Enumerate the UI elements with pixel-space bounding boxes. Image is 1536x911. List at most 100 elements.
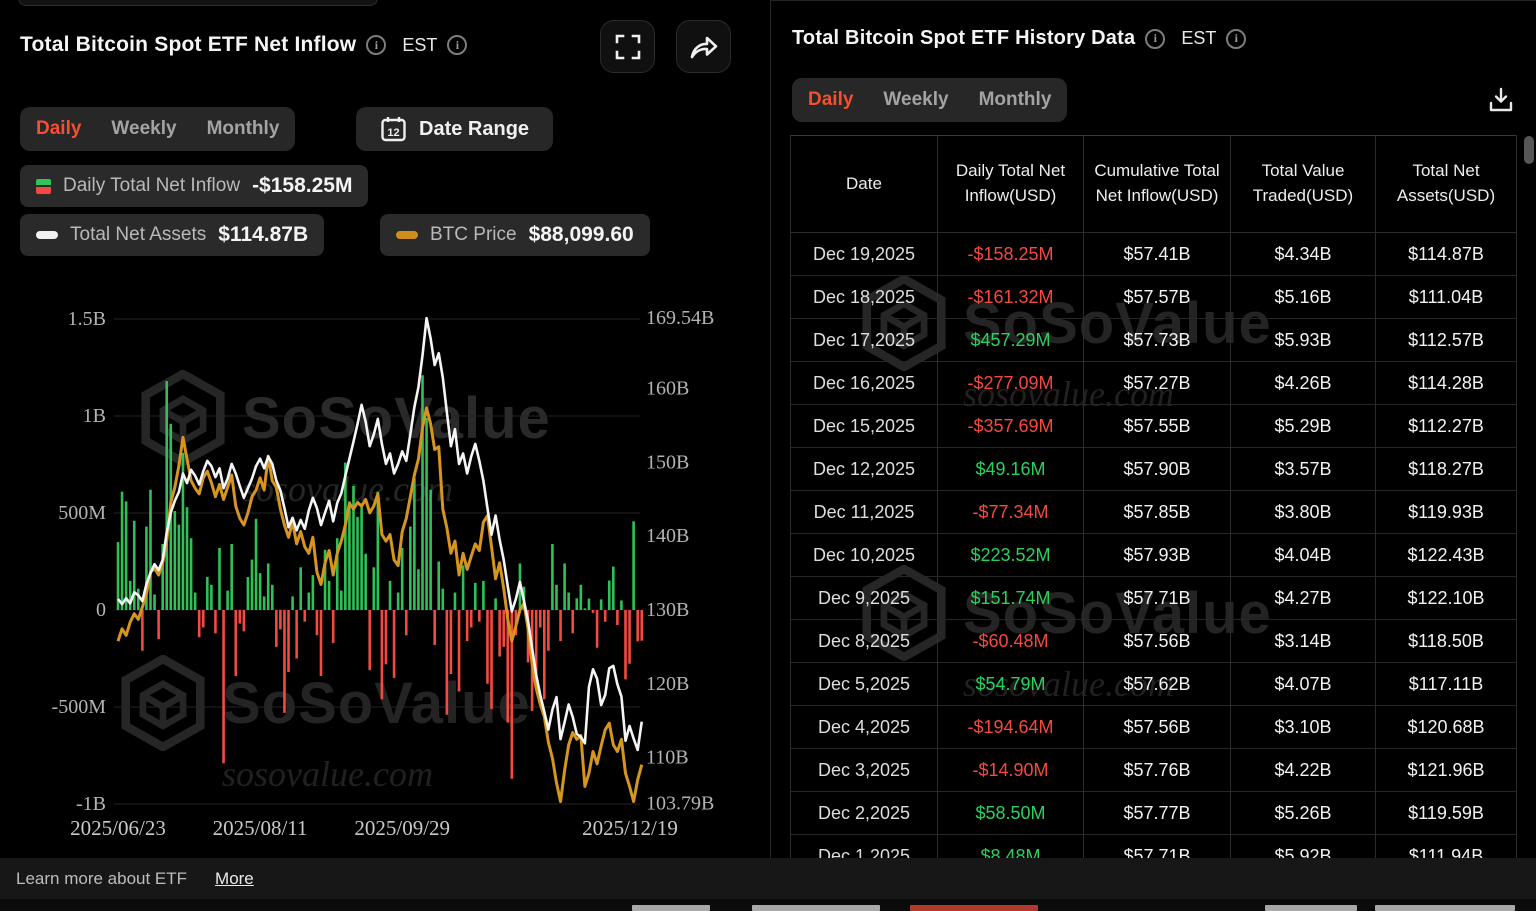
cell-date: Dec 5,2025	[791, 663, 938, 706]
column-header: Cumulative Total Net Inflow(USD)	[1084, 135, 1231, 233]
svg-text:2025/12/19: 2025/12/19	[582, 816, 678, 840]
svg-text:110B: 110B	[646, 747, 689, 769]
cell-value-traded: $5.92B	[1231, 835, 1376, 859]
svg-text:169.54B: 169.54B	[646, 307, 714, 329]
right-period-tabs: Daily Weekly Monthly	[792, 78, 1068, 122]
share-button[interactable]	[676, 20, 731, 73]
etf-net-inflow-panel: Total Bitcoin Spot ETF Net Inflow i EST …	[0, 0, 770, 858]
tab-monthly[interactable]: Monthly	[207, 118, 280, 140]
cell-date: Dec 18,2025	[791, 276, 938, 319]
fullscreen-icon	[615, 34, 640, 59]
info-icon[interactable]: i	[366, 35, 387, 55]
share-icon	[690, 36, 717, 58]
download-button[interactable]	[1484, 83, 1518, 117]
svg-text:1.5B: 1.5B	[68, 308, 106, 330]
tab-weekly[interactable]: Weekly	[883, 89, 948, 111]
history-table-grid: Date Daily Total Net Inflow(USD) Cumulativ…	[791, 135, 1516, 859]
cell-date: Dec 15,2025	[791, 405, 938, 448]
cell-cumulative-inflow: $57.56B	[1084, 706, 1231, 749]
date-range-button[interactable]: 12 Date Range	[356, 107, 554, 151]
left-period-tabs: Daily Weekly Monthly	[20, 107, 296, 151]
legend-label: Total Net Assets	[70, 224, 207, 245]
cell-daily-inflow: $49.16M	[938, 448, 1084, 491]
column-header: Date	[791, 135, 938, 233]
cell-net-assets: $112.57B	[1376, 319, 1516, 362]
cell-daily-inflow: -$161.32M	[938, 276, 1084, 319]
svg-text:-500M: -500M	[52, 696, 107, 718]
column-header: Total Net Assets(USD)	[1376, 135, 1516, 233]
legend-label: BTC Price	[430, 224, 517, 245]
svg-text:130B: 130B	[646, 599, 689, 621]
cell-cumulative-inflow: $57.77B	[1084, 792, 1231, 835]
svg-text:-1B: -1B	[76, 793, 106, 815]
cell-cumulative-inflow: $57.27B	[1084, 362, 1231, 405]
cell-net-assets: $119.59B	[1376, 792, 1516, 835]
svg-text:150B: 150B	[646, 451, 689, 473]
info-icon[interactable]: i	[447, 35, 468, 55]
cell-date: Dec 17,2025	[791, 319, 938, 362]
svg-text:12: 12	[387, 127, 399, 139]
table-scrollbar-thumb[interactable]	[1524, 136, 1534, 164]
info-icon[interactable]: i	[1145, 28, 1166, 49]
fullscreen-button[interactable]	[600, 20, 655, 73]
cell-value-traded: $4.04B	[1231, 534, 1376, 577]
cell-net-assets: $122.43B	[1376, 534, 1516, 577]
left-panel-header: Total Bitcoin Spot ETF Net Inflow i EST …	[20, 33, 468, 57]
timezone-label: EST	[1181, 28, 1217, 48]
cell-net-assets: $114.87B	[1376, 233, 1516, 276]
cell-daily-inflow: -$158.25M	[938, 233, 1084, 276]
cell-value-traded: $3.10B	[1231, 706, 1376, 749]
tab-daily[interactable]: Daily	[36, 118, 81, 140]
more-link[interactable]: More	[215, 869, 254, 889]
cell-net-assets: $120.68B	[1376, 706, 1516, 749]
cell-date: Dec 3,2025	[791, 749, 938, 792]
svg-text:103.79B: 103.79B	[646, 792, 714, 814]
legend-daily-inflow[interactable]: Daily Total Net Inflow -$158.25M	[20, 165, 369, 207]
svg-text:140B: 140B	[646, 525, 689, 547]
cell-net-assets: $119.93B	[1376, 491, 1516, 534]
tab-daily[interactable]: Daily	[808, 89, 853, 111]
cell-net-assets: $118.27B	[1376, 448, 1516, 491]
cell-daily-inflow: -$277.09M	[938, 362, 1084, 405]
cell-cumulative-inflow: $57.62B	[1084, 663, 1231, 706]
ticker-fragment	[632, 905, 710, 911]
cell-cumulative-inflow: $57.85B	[1084, 491, 1231, 534]
cell-date: Dec 8,2025	[791, 620, 938, 663]
cell-date: Dec 1,2025	[791, 835, 938, 859]
cell-date: Dec 9,2025	[791, 577, 938, 620]
legend-total-assets[interactable]: Total Net Assets $114.87B	[20, 214, 325, 256]
ticker-fragment	[752, 905, 880, 911]
cell-date: Dec 19,2025	[791, 233, 938, 276]
legend-value: $88,099.60	[528, 223, 634, 246]
inflow-chart-svg[interactable]: 1.5B 1B 500M 0 -500M -1B 169.54B 160B 150B 140B 13…	[0, 300, 770, 858]
legend-value: $114.87B	[218, 223, 309, 246]
legend-value: -$158.25M	[252, 174, 353, 197]
legend-label: Daily Total Net Inflow	[63, 175, 241, 196]
svg-text:0: 0	[96, 599, 106, 621]
svg-text:2025/06/23: 2025/06/23	[70, 816, 166, 840]
tab-monthly[interactable]: Monthly	[979, 89, 1052, 111]
timezone-label: EST	[402, 34, 438, 55]
cell-net-assets: $121.96B	[1376, 749, 1516, 792]
svg-text:2025/09/29: 2025/09/29	[354, 816, 450, 840]
cell-net-assets: $122.10B	[1376, 577, 1516, 620]
cell-value-traded: $5.16B	[1231, 276, 1376, 319]
cell-net-assets: $111.94B	[1376, 835, 1516, 860]
cell-date: Dec 11,2025	[791, 491, 938, 534]
cell-value-traded: $5.93B	[1231, 319, 1376, 362]
tab-weekly[interactable]: Weekly	[111, 118, 176, 140]
svg-text:160B: 160B	[646, 378, 689, 400]
ticker-fragment	[910, 905, 1038, 911]
cell-cumulative-inflow: $57.56B	[1084, 620, 1231, 663]
cell-date: Dec 2,2025	[791, 792, 938, 835]
cell-date: Dec 12,2025	[791, 448, 938, 491]
column-header: Total Value Traded(USD)	[1231, 135, 1376, 233]
net-inflow-chart: SoSoValue sosovalue.com SoSoValue sosova…	[0, 300, 770, 858]
cell-date: Dec 16,2025	[791, 362, 938, 405]
inflow-swatch-icon	[36, 178, 51, 194]
legend-btc-price[interactable]: BTC Price $88,099.60	[380, 214, 650, 256]
footer-bar: Learn more about ETF More	[0, 858, 1536, 899]
cell-daily-inflow: $457.29M	[938, 319, 1084, 362]
info-icon[interactable]: i	[1226, 28, 1247, 49]
cell-cumulative-inflow: $57.57B	[1084, 276, 1231, 319]
